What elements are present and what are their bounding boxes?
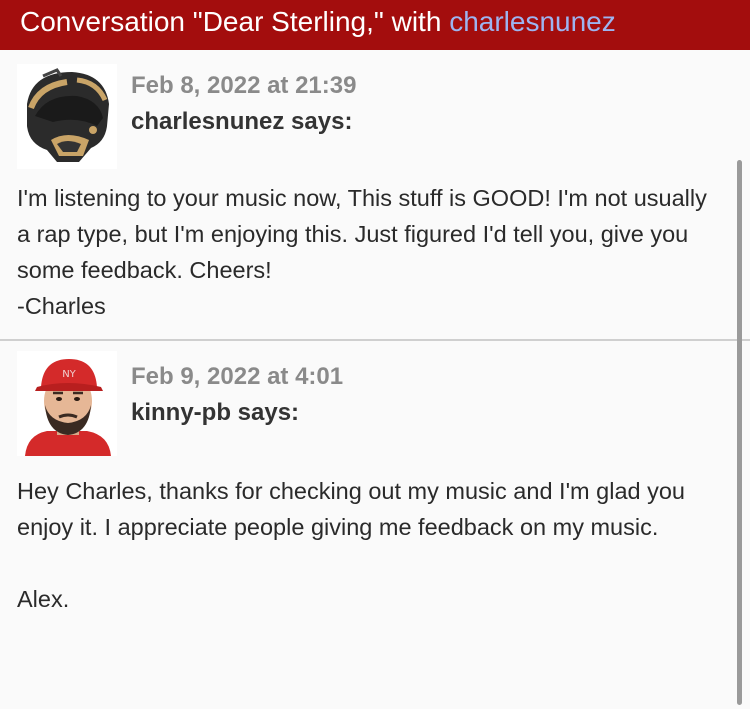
avatar[interactable]: NY (17, 351, 117, 456)
message-blank-line (17, 545, 722, 581)
user-avatar-icon: NY (17, 351, 117, 456)
message-date: Feb 8, 2022 at 21:39 (131, 72, 357, 99)
message-author: kinny-pb says: (131, 399, 300, 426)
conversation-header: Conversation "Dear Sterling," with charl… (0, 0, 750, 50)
message-body: Hey Charles, thanks for checking out my … (17, 473, 722, 617)
message-signature: Alex. (17, 586, 70, 612)
conversation-page: Conversation "Dear Sterling," with charl… (0, 0, 750, 709)
motorcycle-helmet-icon (17, 64, 117, 169)
vertical-scrollbar[interactable] (737, 160, 742, 705)
message-author: charlesnunez says: (131, 108, 353, 135)
conversation-title: Conversation "Dear Sterling," with (20, 6, 450, 37)
avatar[interactable] (17, 64, 117, 169)
conversation-user-link[interactable]: charlesnunez (449, 6, 616, 37)
message-paragraph: I'm listening to your music now, This st… (17, 185, 707, 283)
message-item: Feb 8, 2022 at 21:39 charlesnunez says: … (0, 50, 740, 340)
message-body: I'm listening to your music now, This st… (17, 180, 722, 324)
message-signature: -Charles (17, 293, 106, 319)
message-date: Feb 9, 2022 at 4:01 (131, 363, 344, 390)
message-paragraph: Hey Charles, thanks for checking out my … (17, 478, 686, 540)
message-item: NY Feb 9, 2022 at 4:01 kinny-pb says: He… (0, 341, 740, 709)
svg-text:NY: NY (62, 369, 76, 380)
